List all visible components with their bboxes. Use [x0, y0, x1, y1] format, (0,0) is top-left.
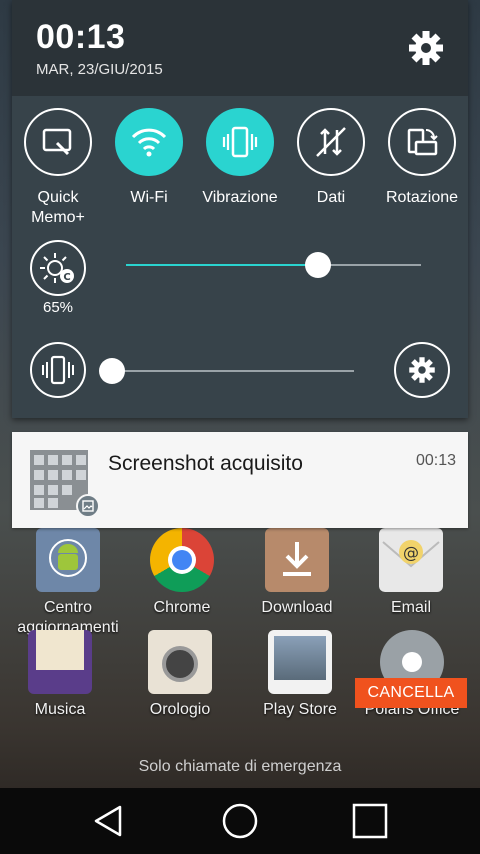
quick-setting-vibration[interactable]: Vibrazione — [196, 108, 284, 208]
app-download[interactable]: Download — [237, 528, 357, 618]
quick-setting-rotation[interactable]: Rotazione — [378, 108, 466, 208]
svg-text:C: C — [63, 272, 70, 283]
rotation-icon — [388, 108, 456, 176]
brightness-slider[interactable] — [126, 264, 421, 266]
settings-gear-icon[interactable] — [406, 28, 446, 68]
clear-notifications-button[interactable]: CANCELLA — [355, 678, 467, 708]
brightness-percent: 65% — [42, 299, 74, 316]
email-icon: @ — [379, 528, 443, 592]
android-update-icon — [36, 528, 100, 592]
home-button[interactable] — [210, 798, 270, 844]
quick-setting-label: Quick Memo+ — [31, 189, 85, 226]
date-label: MAR, 23/GIU/2015 — [36, 61, 163, 78]
app-label: Orologio — [149, 701, 211, 718]
sound-settings-gear-icon[interactable] — [394, 342, 450, 398]
notification-time: 00:13 — [415, 452, 456, 469]
volume-slider-thumb[interactable] — [99, 358, 125, 384]
app-email[interactable]: @ Email — [351, 528, 471, 618]
music-icon — [28, 630, 92, 694]
quick-setting-quick-memo[interactable]: Quick Memo+ — [14, 108, 102, 228]
app-musica[interactable]: Musica — [0, 630, 120, 720]
quick-memo-icon — [24, 108, 92, 176]
download-icon — [265, 528, 329, 592]
back-button[interactable] — [78, 798, 138, 844]
shade-header: 00:13 MAR, 23/GIU/2015 — [12, 0, 468, 96]
quick-setting-label: Dati — [316, 189, 346, 206]
navigation-bar — [0, 788, 480, 854]
back-triangle-icon — [94, 805, 122, 837]
app-chrome[interactable]: Chrome — [122, 528, 242, 618]
clock-icon — [148, 630, 212, 694]
recents-button[interactable] — [340, 798, 400, 844]
emergency-calls-text: Solo chiamate di emergenza — [138, 758, 342, 775]
svg-text:@: @ — [403, 543, 419, 562]
app-label: Musica — [34, 701, 86, 718]
app-label: Email — [390, 599, 431, 616]
app-label: Play Store — [263, 701, 337, 718]
quick-setting-label: Wi-Fi — [130, 189, 168, 206]
play-store-icon — [268, 630, 332, 694]
clock-time: 00:13 — [36, 18, 126, 56]
quick-setting-label: Rotazione — [385, 189, 459, 206]
image-icon — [76, 494, 100, 518]
app-centro-aggiornamenti[interactable]: Centro aggiornamenti — [8, 528, 128, 638]
app-play-store[interactable]: Play Store — [240, 630, 360, 720]
screenshot-notification[interactable]: Screenshot acquisito 00:13 — [12, 432, 468, 528]
app-label: Download — [261, 599, 333, 616]
quick-setting-label: Vibrazione — [202, 189, 278, 206]
volume-slider[interactable] — [112, 370, 354, 372]
quick-setting-data[interactable]: Dati — [287, 108, 375, 208]
home-circle-icon — [222, 803, 258, 839]
brightness-slider-fill — [126, 264, 318, 266]
wifi-icon — [115, 108, 183, 176]
notification-title: Screenshot acquisito — [108, 452, 303, 475]
vibration-icon — [206, 108, 274, 176]
vibration-volume-icon[interactable] — [30, 342, 86, 398]
brightness-slider-thumb[interactable] — [304, 252, 331, 278]
recents-square-icon — [352, 803, 388, 839]
app-label: Chrome — [153, 599, 211, 616]
chrome-icon — [150, 528, 214, 592]
app-orologio[interactable]: Orologio — [120, 630, 240, 720]
notification-shade: 00:13 MAR, 23/GIU/2015 Quick Memo+ Wi-Fi… — [12, 0, 468, 418]
data-off-icon — [297, 108, 365, 176]
auto-brightness-icon[interactable]: C — [30, 240, 86, 296]
quick-setting-wifi[interactable]: Wi-Fi — [105, 108, 193, 208]
